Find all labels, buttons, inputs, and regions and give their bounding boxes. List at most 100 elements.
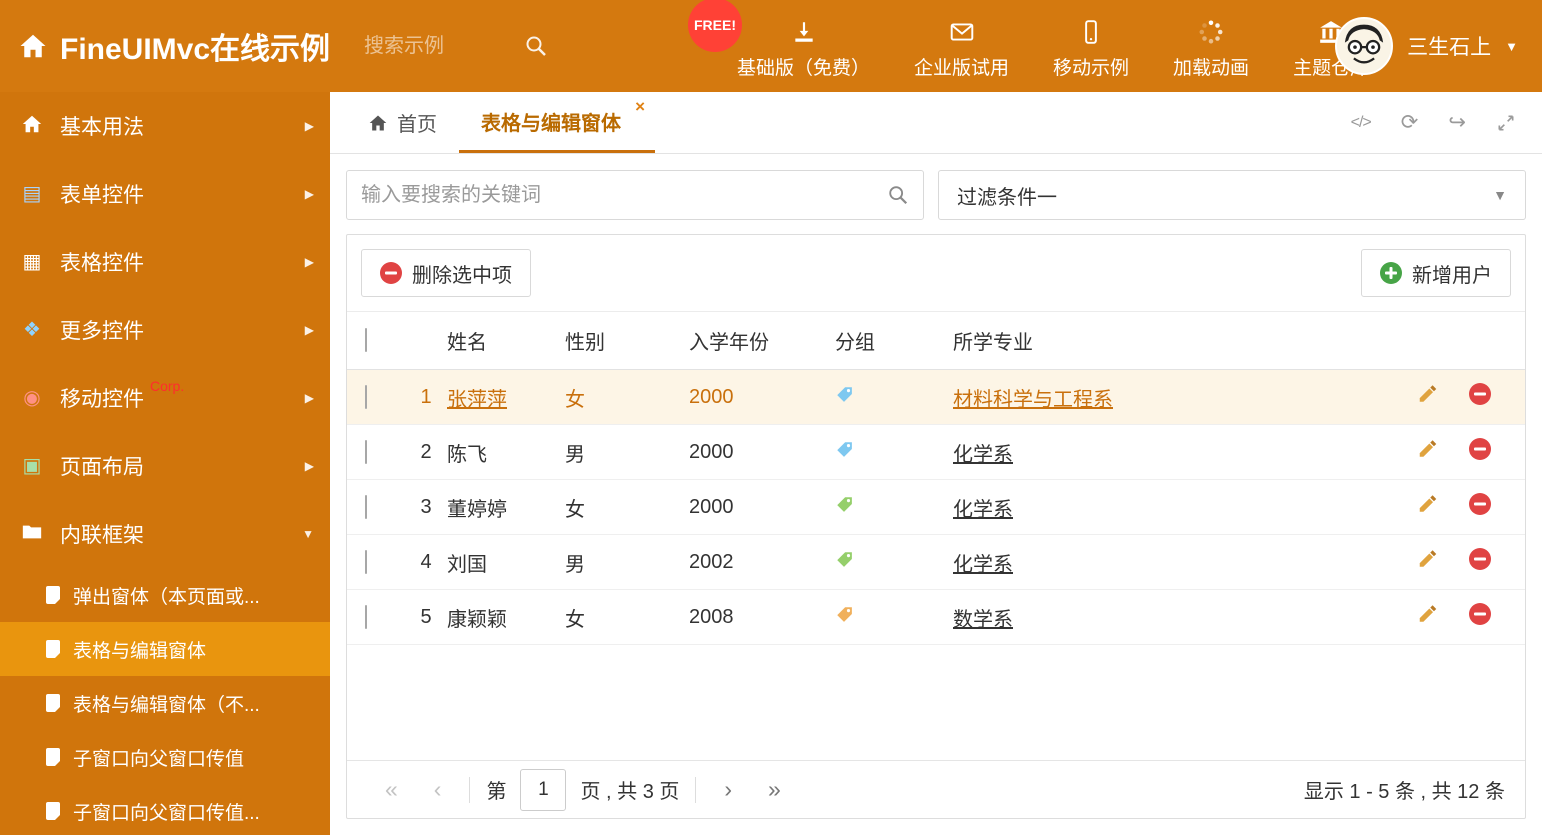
tab-home[interactable]: 首页	[346, 92, 459, 153]
pagination-summary: 显示 1 - 5 条 , 共 12 条	[1303, 781, 1505, 803]
edit-icon[interactable]	[1417, 383, 1439, 405]
mobile-pin-icon: ◉	[23, 387, 41, 409]
forward-icon[interactable]: ↪	[1448, 112, 1466, 133]
delete-selected-button[interactable]: 删除选中项	[361, 249, 531, 297]
sidebar-subitem-child-to-parent[interactable]: 子窗口向父窗口传值	[0, 730, 330, 784]
sidebar-item-more-controls[interactable]: ❖ 更多控件 ▶	[0, 296, 330, 364]
sidebar-item-basic-usage[interactable]: 基本用法 ▶	[0, 92, 330, 160]
sidebar-item-label: 表格控件	[60, 252, 144, 275]
table-row[interactable]: 5 康颖颖 女 2008 数学系	[347, 590, 1525, 645]
next-page-icon[interactable]: ›	[706, 776, 750, 803]
major-link[interactable]: 化学系	[953, 554, 1013, 576]
delete-selected-label: 删除选中项	[412, 264, 512, 287]
close-icon[interactable]: ×	[635, 98, 645, 115]
edit-icon[interactable]	[1417, 438, 1439, 460]
nav-loading-animation[interactable]: 加载动画	[1158, 19, 1264, 80]
home-icon	[369, 115, 387, 130]
table-icon: ▦	[22, 251, 42, 273]
layout-icon: ▣	[22, 455, 42, 477]
sidebar-item-label: 基本用法	[60, 116, 144, 139]
tag-icon	[835, 495, 853, 513]
sidebar-subitem-child-to-parent-2[interactable]: 子窗口向父窗口传值...	[0, 784, 330, 835]
edit-icon[interactable]	[1417, 493, 1439, 515]
sidebar-item-grid-controls[interactable]: ▦ 表格控件 ▶	[0, 228, 330, 296]
filter-dropdown[interactable]: 过滤条件一 ▼	[938, 170, 1526, 220]
column-header-gender: 性别	[565, 332, 605, 354]
major-link[interactable]: 化学系	[953, 444, 1013, 466]
major-link[interactable]: 数学系	[953, 609, 1013, 631]
select-all-checkbox[interactable]	[365, 328, 367, 352]
nav-mobile-demo[interactable]: 移动示例	[1038, 19, 1144, 80]
app-logo[interactable]: FineUIMvc在线示例	[18, 24, 330, 68]
row-checkbox[interactable]	[365, 494, 367, 519]
last-page-icon[interactable]: »	[750, 776, 799, 803]
cell-year: 2002	[689, 550, 734, 573]
chevron-down-icon: ▼	[302, 527, 314, 541]
table-row[interactable]: 1 张萍萍 女 2000 材料科学与工程系	[347, 370, 1525, 425]
user-menu[interactable]: 三生石上 ▼	[1335, 0, 1518, 92]
chevron-right-icon: ▶	[304, 255, 314, 269]
edit-icon[interactable]	[1417, 548, 1439, 570]
row-number: 4	[420, 550, 432, 573]
sidebar-subitem-grid-edit-window[interactable]: 表格与编辑窗体	[0, 622, 330, 676]
home-icon	[18, 113, 46, 139]
row-checkbox[interactable]	[365, 549, 367, 574]
avatar[interactable]	[1335, 17, 1394, 75]
keyword-search-input[interactable]	[361, 183, 887, 207]
column-header-major: 所学专业	[953, 332, 1033, 354]
grid-toolbar: 删除选中项 新增用户	[347, 235, 1525, 312]
add-user-button[interactable]: 新增用户	[1361, 249, 1511, 297]
header-search-input[interactable]	[364, 34, 525, 58]
tag-icon	[835, 440, 853, 458]
prev-page-icon[interactable]: ‹	[416, 776, 460, 803]
sidebar-item-mobile-controls[interactable]: ◉ 移动控件 Corp. ▶	[0, 364, 330, 432]
mobile-icon	[1085, 20, 1097, 44]
cell-gender: 女	[565, 608, 585, 631]
sidebar-item-page-layout[interactable]: ▣ 页面布局 ▶	[0, 432, 330, 500]
sidebar-subitem-popup-window[interactable]: 弹出窗体（本页面或...	[0, 568, 330, 622]
delete-row-icon[interactable]	[1469, 493, 1491, 515]
search-icon[interactable]	[887, 184, 909, 206]
table-row[interactable]: 3 董婷婷 女 2000 化学系	[347, 480, 1525, 535]
keyword-search[interactable]	[346, 170, 924, 220]
major-link[interactable]: 材料科学与工程系	[953, 389, 1113, 411]
row-number: 2	[420, 440, 432, 463]
expand-icon[interactable]	[1496, 113, 1516, 133]
first-page-icon[interactable]: «	[367, 776, 416, 803]
nav-enterprise-trial[interactable]: 企业版试用	[899, 19, 1024, 80]
app-title: FineUIMvc在线示例	[60, 33, 331, 66]
tab-grid-edit-window[interactable]: 表格与编辑窗体 ×	[459, 92, 655, 153]
file-icon	[46, 586, 61, 605]
tag-icon	[835, 385, 853, 403]
edit-icon[interactable]	[1417, 603, 1439, 625]
major-link[interactable]: 化学系	[953, 499, 1013, 521]
delete-row-icon[interactable]	[1469, 438, 1491, 460]
sidebar-subitem-grid-edit-window-2[interactable]: 表格与编辑窗体（不...	[0, 676, 330, 730]
spinner-icon	[1199, 20, 1223, 44]
row-checkbox[interactable]	[365, 604, 367, 629]
cell-name: 陈飞	[447, 443, 487, 466]
header-search[interactable]	[364, 34, 569, 58]
sidebar-item-iframe[interactable]: 内联框架 ▼	[0, 500, 330, 568]
sidebar-item-form-controls[interactable]: ▤ 表单控件 ▶	[0, 160, 330, 228]
nav-basic-edition[interactable]: 基础版（免费）	[722, 19, 885, 80]
table-row[interactable]: 4 刘国 男 2002 化学系	[347, 535, 1525, 590]
sidebar-item-label: 更多控件	[60, 320, 144, 343]
table-row[interactable]: 2 陈飞 男 2000 化学系	[347, 425, 1525, 480]
sidebar-item-label: 移动控件	[60, 388, 144, 411]
refresh-icon[interactable]: ⟳	[1401, 112, 1419, 133]
chevron-right-icon: ▶	[304, 391, 314, 405]
page-number-input[interactable]	[520, 768, 567, 811]
source-code-icon[interactable]: </>	[1351, 114, 1372, 131]
search-icon[interactable]	[524, 34, 548, 58]
minus-circle-icon	[380, 262, 402, 284]
delete-row-icon[interactable]	[1469, 383, 1491, 405]
divider	[695, 776, 697, 803]
top-header: FineUIMvc在线示例 FREE! 基础版（免费） 企业版试用 移动示例	[0, 0, 1542, 92]
row-checkbox[interactable]	[365, 384, 367, 409]
row-checkbox[interactable]	[365, 439, 367, 464]
corp-badge: Corp.	[150, 378, 185, 394]
sidebar-item-label: 页面布局	[60, 456, 144, 479]
delete-row-icon[interactable]	[1469, 603, 1491, 625]
delete-row-icon[interactable]	[1469, 548, 1491, 570]
